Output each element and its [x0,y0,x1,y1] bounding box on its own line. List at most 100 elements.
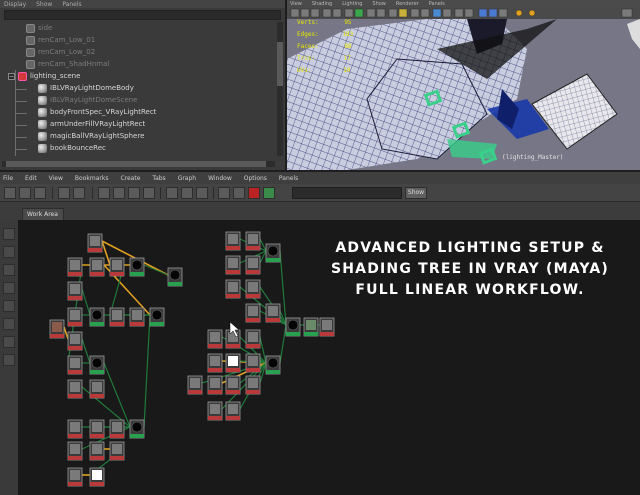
shading-node[interactable] [67,257,83,277]
shading-node[interactable] [89,379,105,399]
shading-node[interactable] [167,267,183,287]
shading-node[interactable] [129,257,145,277]
side-tool-icon[interactable] [3,300,15,312]
shading-node[interactable] [207,353,223,373]
shading-node[interactable] [225,255,241,275]
scrollbar-thumb[interactable] [277,42,283,86]
side-tool-icon[interactable] [3,318,15,330]
outliner-item[interactable]: IBLVRayLightDomeBody [0,82,275,94]
viewport-menu-panels[interactable]: Panels [429,1,445,7]
node-connection[interactable] [143,264,169,276]
shading-node[interactable] [67,467,83,487]
shading-node[interactable] [89,355,105,375]
node-connection[interactable] [81,338,91,364]
shading-node[interactable] [49,319,65,339]
outliner-item[interactable]: magicBallVRayLightSphere [0,130,275,142]
shading-node[interactable] [109,257,125,277]
side-tool-icon[interactable] [3,264,15,276]
shading-node[interactable] [245,303,261,323]
outliner-item[interactable]: renCam_Low_01 [0,34,275,46]
outliner-item[interactable]: side [0,22,275,34]
menu-panels[interactable]: Panels [279,175,298,182]
menu-options[interactable]: Options [244,175,267,182]
render-icon[interactable] [218,187,230,199]
shading-node[interactable] [303,317,319,337]
swatch-icon[interactable] [166,187,178,199]
viewport-menu-shading[interactable]: Shading [312,1,332,7]
layout-top-icon[interactable] [34,187,46,199]
outliner-item[interactable]: renCam_Low_02 [0,46,275,58]
shading-node[interactable] [225,375,241,395]
menu-bookmarks[interactable]: Bookmarks [75,175,109,182]
shading-node[interactable] [245,375,261,395]
shading-node[interactable] [187,375,203,395]
shading-node[interactable] [245,329,261,349]
shading-node[interactable] [225,401,241,421]
shading-node[interactable] [319,317,335,337]
outliner-item[interactable]: armUnderFillVRayLightRect [0,118,275,130]
shading-node[interactable] [67,379,83,399]
graph-upstream-icon[interactable] [128,187,140,199]
node-connection[interactable] [143,314,151,428]
hypershade-search-input[interactable] [292,187,402,199]
swatch-icon[interactable] [181,187,193,199]
shading-node[interactable] [67,419,83,439]
scrollbar-thumb[interactable] [6,161,266,167]
shading-nodes[interactable] [49,231,335,487]
outliner-item[interactable]: renCam_ShadHnmal [0,58,275,70]
outliner-menu-panels[interactable]: Panels [62,1,81,8]
outliner-vertical-scrollbar[interactable] [277,22,283,156]
node-connection[interactable] [63,326,69,340]
shading-node[interactable] [89,441,105,461]
shading-node[interactable] [207,401,223,421]
graph-downstream-icon[interactable] [143,187,155,199]
shading-node[interactable] [109,307,125,327]
shading-node[interactable] [265,355,281,375]
shading-node[interactable] [109,419,125,439]
viewport-panel[interactable]: View Shading Lighting Show Renderer Pane… [287,0,640,170]
shading-node[interactable] [129,419,145,439]
shading-node[interactable] [67,307,83,327]
shading-node[interactable] [225,279,241,299]
shading-node[interactable] [265,303,281,323]
shading-node[interactable] [225,353,241,373]
side-tool-icon[interactable] [3,228,15,240]
layout-single-icon[interactable] [4,187,16,199]
node-connection[interactable] [103,362,131,428]
stop-render-icon[interactable] [248,187,260,199]
node-connection[interactable] [279,324,287,364]
show-button[interactable]: Show [405,187,427,199]
shading-node[interactable] [265,243,281,263]
tab-work-area[interactable]: Work Area [22,208,64,220]
outliner-item[interactable]: IBLVRayLightDomeScene [0,94,275,106]
shading-node[interactable] [129,307,145,327]
side-tool-icon[interactable] [3,246,15,258]
node-connection[interactable] [81,288,91,316]
viewport-menu-lighting[interactable]: Lighting [342,1,362,7]
layout-tabs-icon[interactable] [58,187,70,199]
shading-node[interactable] [89,257,105,277]
collapse-icon[interactable]: − [8,72,15,80]
shading-node[interactable] [67,281,83,301]
outliner-item[interactable]: bookBounceRec [0,142,275,154]
layout-bottom-icon[interactable] [73,187,85,199]
viewport-menu-view[interactable]: View [290,1,302,7]
swatch-icon[interactable] [196,187,208,199]
render-settings-icon[interactable] [233,187,245,199]
menu-file[interactable]: File [3,175,13,182]
side-tool-icon[interactable] [3,282,15,294]
shading-node[interactable] [67,331,83,351]
shading-node[interactable] [245,255,261,275]
shading-node[interactable] [87,233,103,253]
outliner-horizontal-scrollbar[interactable] [2,161,275,167]
shading-node[interactable] [245,279,261,299]
shading-node[interactable] [149,307,165,327]
shading-node[interactable] [67,441,83,461]
graph-input-output-icon[interactable] [113,187,125,199]
menu-window[interactable]: Window [208,175,232,182]
outliner-item[interactable]: bodyFrontSpec_VRayLightRect [0,106,275,118]
shading-node[interactable] [89,467,105,487]
shading-node[interactable] [207,375,223,395]
menu-create[interactable]: Create [120,175,140,182]
node-connection[interactable] [259,336,267,364]
